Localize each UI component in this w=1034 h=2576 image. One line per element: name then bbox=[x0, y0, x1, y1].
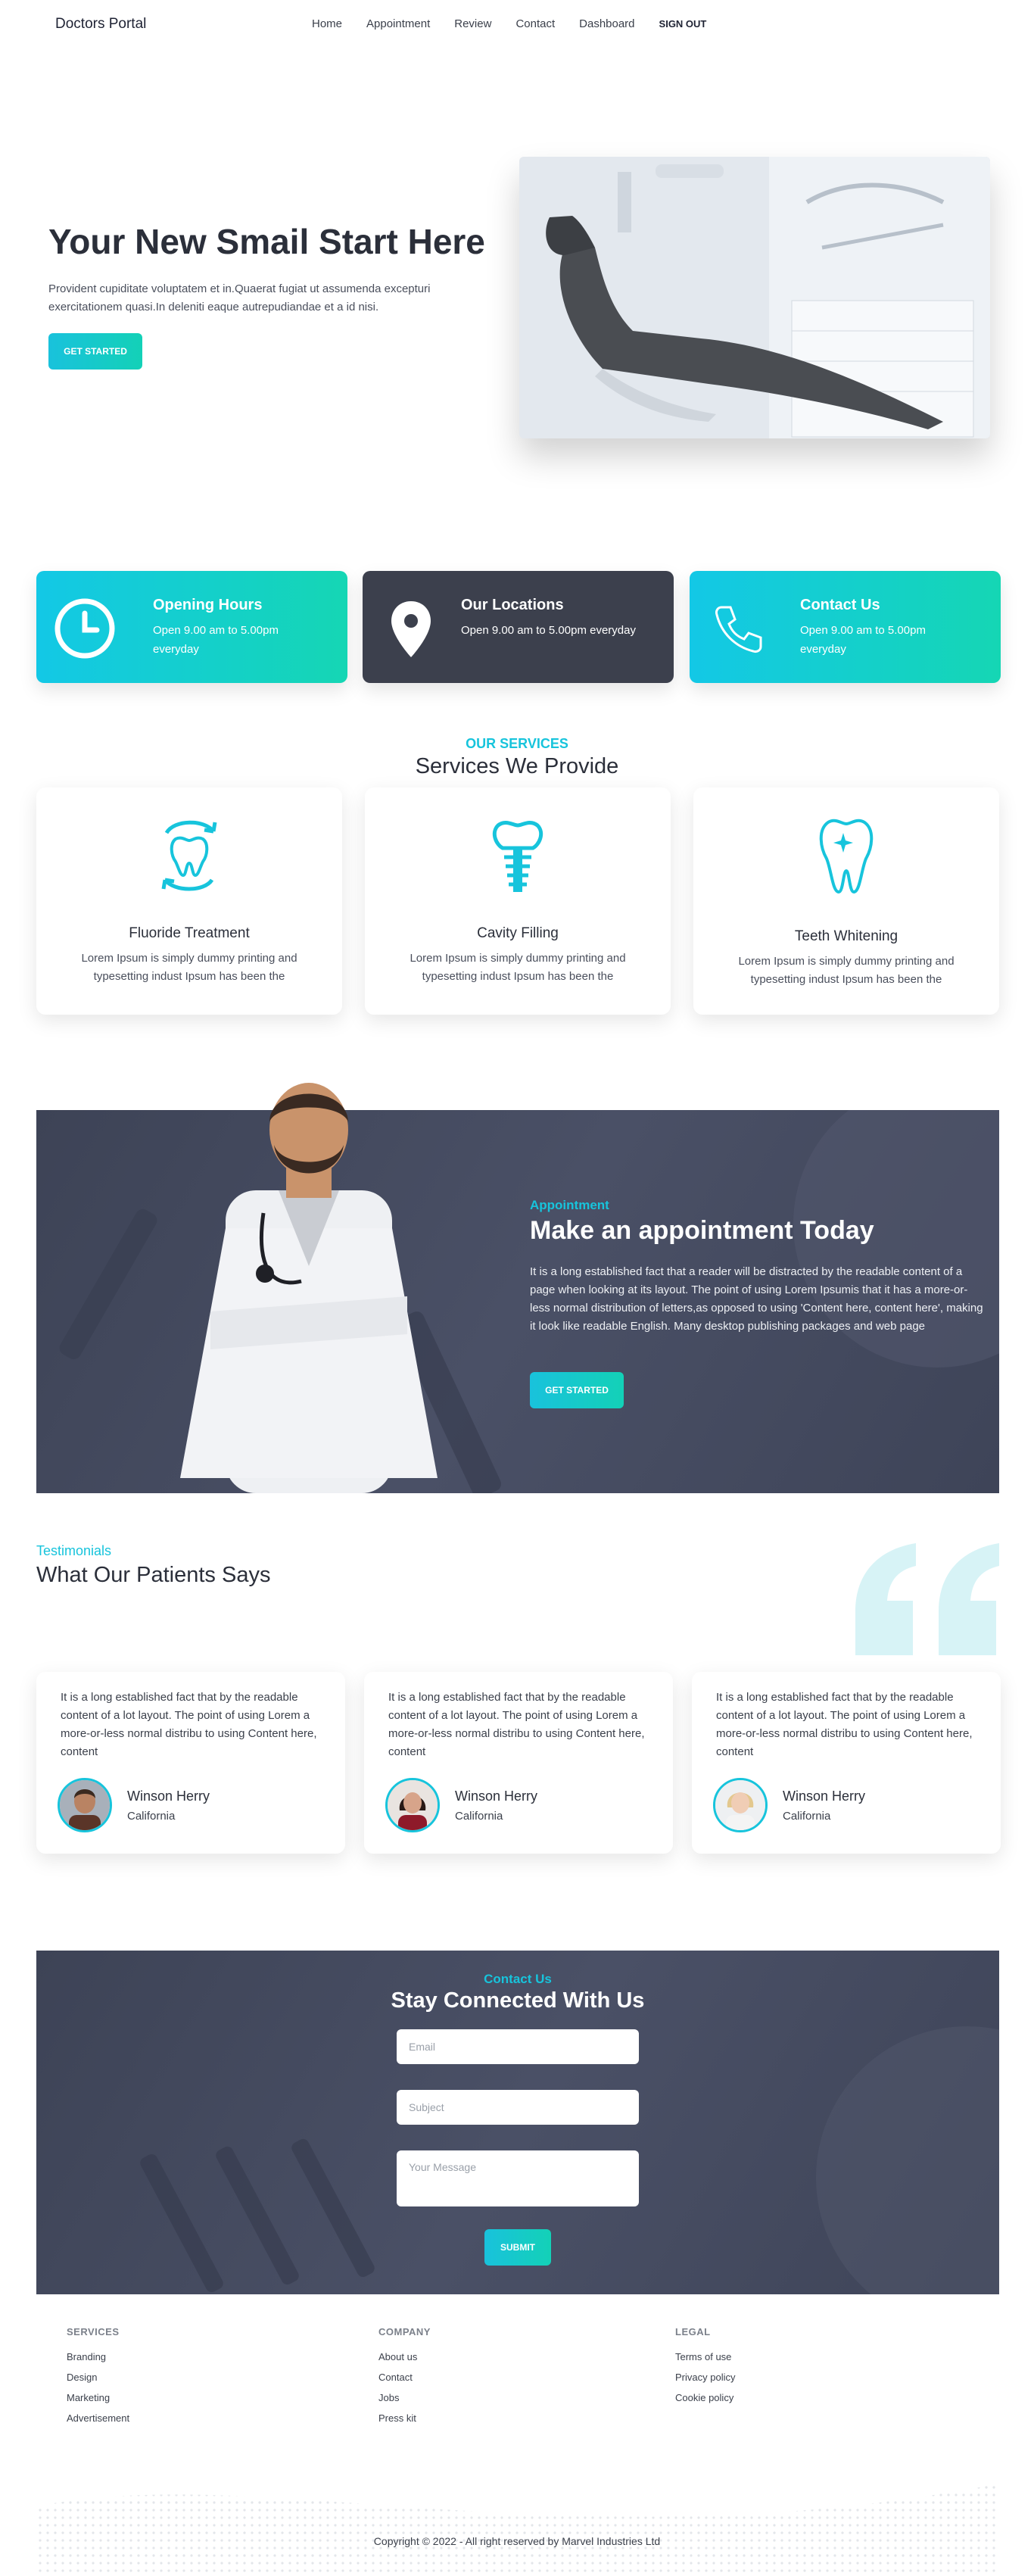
clock-icon bbox=[55, 598, 115, 659]
footer-dot-pattern bbox=[36, 2484, 999, 2576]
services-eyebrow: OUR SERVICES bbox=[466, 736, 568, 751]
testimonial-location: California bbox=[127, 1810, 176, 1823]
appointment-banner: Appointment Make an appointment Today It… bbox=[36, 1083, 999, 1493]
footer-heading: LEGAL bbox=[675, 2326, 711, 2337]
location-pin-icon bbox=[391, 601, 431, 657]
hero-text: Provident cupiditate voluptatem et in.Qu… bbox=[48, 282, 431, 313]
sparkling-tooth-icon bbox=[819, 819, 874, 894]
testimonial-text: It is a long established fact that by th… bbox=[716, 1691, 973, 1758]
appointment-title: Make an appointment Today bbox=[530, 1216, 874, 1245]
testimonials-eyebrow: Testimonials bbox=[36, 1543, 112, 1558]
footer-link[interactable]: Cookie policy bbox=[675, 2392, 735, 2403]
footer-column-services: SERVICES Branding Design Marketing Adver… bbox=[67, 2326, 129, 2433]
footer-link[interactable]: Branding bbox=[67, 2351, 129, 2362]
avatar bbox=[58, 1778, 112, 1832]
footer-link[interactable]: Terms of use bbox=[675, 2351, 735, 2362]
testimonial-location: California bbox=[455, 1810, 503, 1823]
nav-links: Home Appointment Review Contact Dashboar… bbox=[312, 17, 730, 30]
footer-heading: SERVICES bbox=[67, 2326, 120, 2337]
services-title: Services We Provide bbox=[415, 754, 619, 778]
footer-link[interactable]: Privacy policy bbox=[675, 2372, 735, 2383]
subject-field[interactable] bbox=[397, 2090, 639, 2125]
info-text: Open 9.00 am to 5.00pm everyday bbox=[800, 624, 926, 656]
copyright-text: Copyright © 2022 - All right reserved by… bbox=[373, 2535, 661, 2547]
email-field[interactable] bbox=[397, 2029, 639, 2064]
hero-get-started-button[interactable]: GET STARTED bbox=[48, 333, 142, 370]
top-navbar: Doctors Portal Home Appointment Review C… bbox=[0, 0, 1034, 48]
service-text: Lorem Ipsum is simply dummy printing and… bbox=[738, 955, 955, 986]
doctor-image bbox=[180, 1083, 438, 1493]
nav-link-contact[interactable]: Contact bbox=[515, 17, 555, 30]
footer-link[interactable]: About us bbox=[378, 2351, 431, 2362]
footer-link[interactable]: Jobs bbox=[378, 2392, 431, 2403]
testimonial-name: Winson Herry bbox=[783, 1789, 866, 1804]
footer: SERVICES Branding Design Marketing Adver… bbox=[0, 2294, 1034, 2576]
nav-link-review[interactable]: Review bbox=[454, 17, 491, 30]
service-card: Teeth Whitening Lorem Ipsum is simply du… bbox=[693, 787, 999, 1015]
footer-column-legal: LEGAL Terms of use Privacy policy Cookie… bbox=[675, 2326, 735, 2412]
message-field[interactable] bbox=[397, 2150, 639, 2206]
footer-link[interactable]: Press kit bbox=[378, 2412, 431, 2424]
service-card: Cavity Filling Lorem Ipsum is simply dum… bbox=[365, 787, 671, 1015]
info-text: Open 9.00 am to 5.00pm everyday bbox=[461, 624, 636, 637]
nav-link-appointment[interactable]: Appointment bbox=[366, 17, 430, 30]
testimonial-name: Winson Herry bbox=[127, 1789, 210, 1804]
avatar bbox=[713, 1778, 768, 1832]
service-title: Cavity Filling bbox=[477, 925, 559, 941]
appointment-eyebrow: Appointment bbox=[530, 1198, 609, 1212]
footer-link[interactable]: Marketing bbox=[67, 2392, 129, 2403]
info-text: Open 9.00 am to 5.00pm everyday bbox=[153, 624, 279, 656]
service-title: Fluoride Treatment bbox=[129, 925, 250, 941]
hero-title: Your New Smail Start Here bbox=[48, 222, 485, 261]
info-card-contact: Contact Us Open 9.00 am to 5.00pm everyd… bbox=[690, 571, 1001, 683]
dental-chair-image bbox=[519, 157, 990, 438]
testimonial-text: It is a long established fact that by th… bbox=[388, 1691, 645, 1758]
testimonial-card: It is a long established fact that by th… bbox=[36, 1672, 345, 1854]
testimonial-card: It is a long established fact that by th… bbox=[364, 1672, 673, 1854]
info-title: Opening Hours bbox=[153, 597, 263, 613]
dental-implant-icon bbox=[492, 820, 543, 892]
phone-icon bbox=[715, 606, 762, 653]
testimonial-text: It is a long established fact that by th… bbox=[61, 1691, 317, 1758]
contact-section: Contact Us Stay Connected With Us SUBMIT bbox=[36, 1951, 999, 2294]
info-title: Contact Us bbox=[800, 597, 880, 613]
appointment-get-started-button[interactable]: GET STARTED bbox=[530, 1372, 624, 1408]
info-card-locations: Our Locations Open 9.00 am to 5.00pm eve… bbox=[363, 571, 674, 683]
footer-link[interactable]: Contact bbox=[378, 2372, 431, 2383]
footer-link[interactable]: Advertisement bbox=[67, 2412, 129, 2424]
testimonial-name: Winson Herry bbox=[455, 1789, 538, 1804]
appointment-text: It is a long established fact that a rea… bbox=[530, 1265, 983, 1333]
quote-icon bbox=[855, 1543, 999, 1655]
service-title: Teeth Whitening bbox=[794, 928, 899, 944]
footer-link[interactable]: Design bbox=[67, 2372, 129, 2383]
info-title: Our Locations bbox=[461, 597, 564, 613]
nav-link-dashboard[interactable]: Dashboard bbox=[579, 17, 634, 30]
sign-out-button[interactable]: SIGN OUT bbox=[659, 18, 707, 30]
brand-logo[interactable]: Doctors Portal bbox=[55, 16, 146, 33]
service-card: Fluoride Treatment Lorem Ipsum is simply… bbox=[36, 787, 342, 1015]
contact-eyebrow: Contact Us bbox=[484, 1972, 552, 1986]
nav-link-home[interactable]: Home bbox=[312, 17, 342, 30]
avatar bbox=[385, 1778, 440, 1832]
footer-column-company: COMPANY About us Contact Jobs Press kit bbox=[378, 2326, 431, 2433]
testimonial-location: California bbox=[783, 1810, 831, 1823]
fluoride-tooth-icon bbox=[161, 820, 217, 891]
contact-title: Stay Connected With Us bbox=[391, 1988, 645, 2013]
testimonial-card: It is a long established fact that by th… bbox=[692, 1672, 1001, 1854]
service-text: Lorem Ipsum is simply dummy printing and… bbox=[410, 952, 626, 983]
footer-heading: COMPANY bbox=[378, 2326, 431, 2337]
testimonials-title: What Our Patients Says bbox=[36, 1563, 271, 1587]
submit-button[interactable]: SUBMIT bbox=[484, 2229, 551, 2266]
service-text: Lorem Ipsum is simply dummy printing and… bbox=[81, 952, 297, 983]
info-card-opening-hours: Opening Hours Open 9.00 am to 5.00pm eve… bbox=[36, 571, 347, 683]
